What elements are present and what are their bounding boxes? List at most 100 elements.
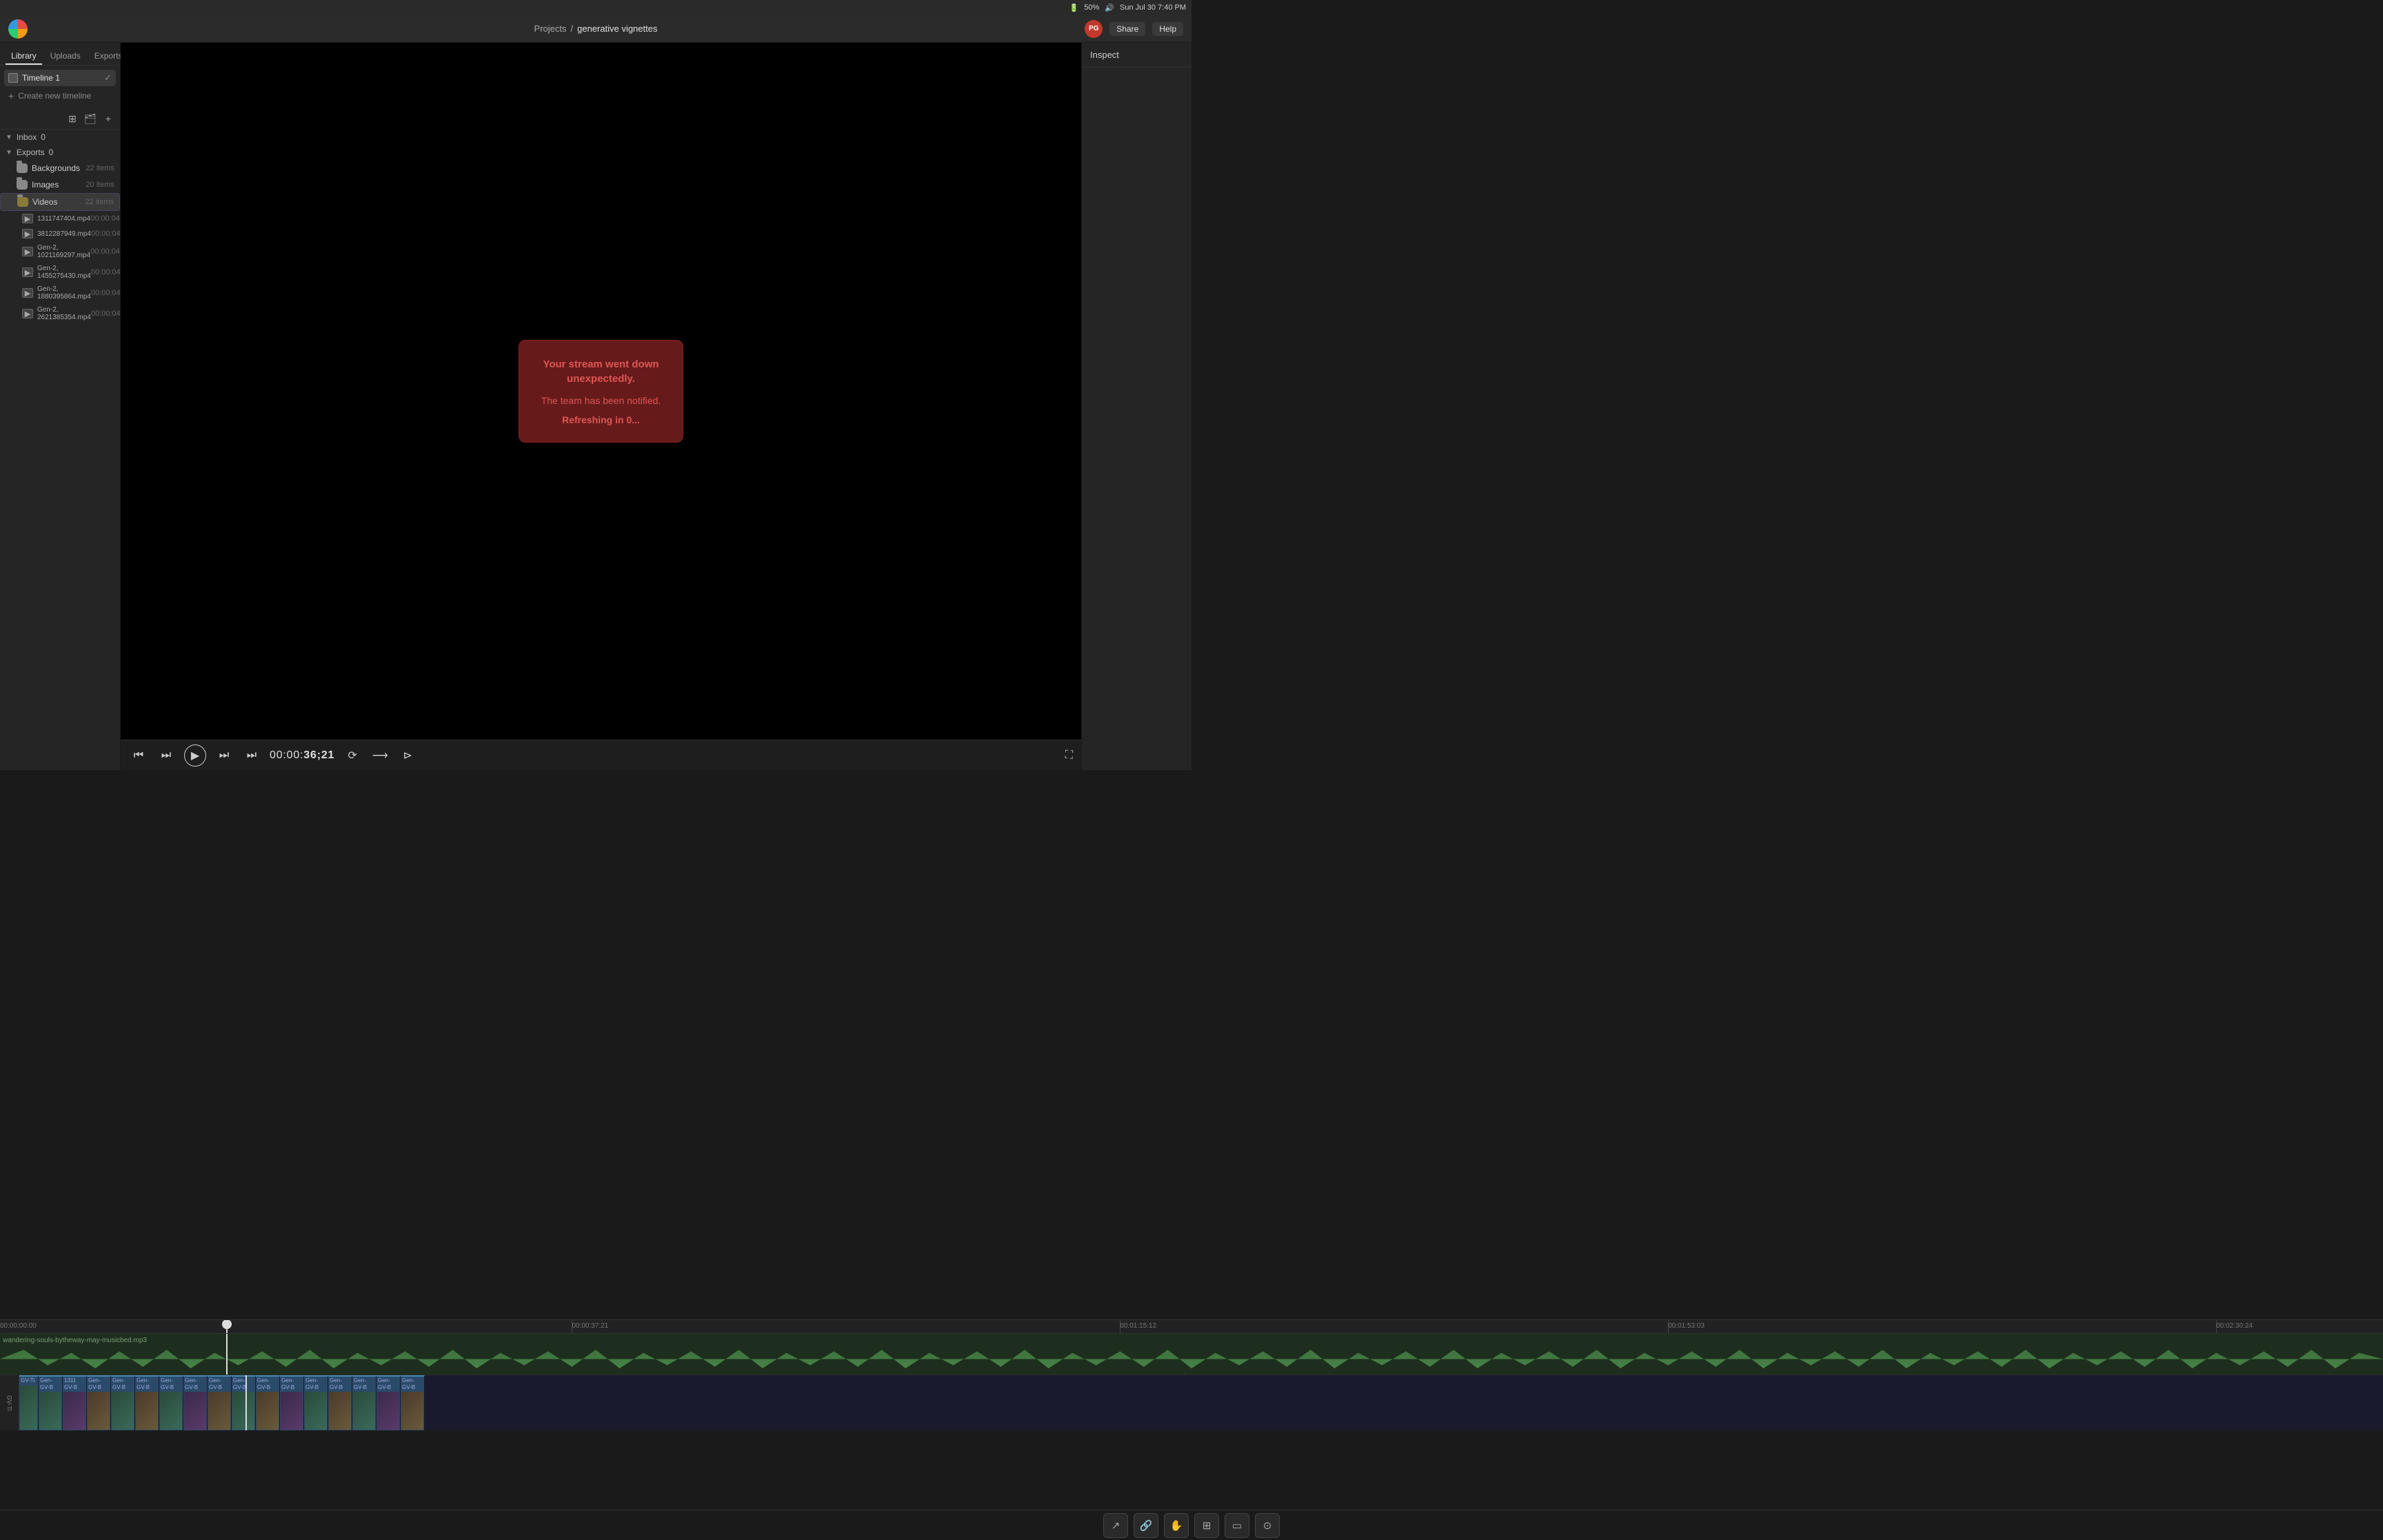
inspect-panel: Inspect — [1081, 43, 1192, 770]
play-button[interactable]: ▶ — [184, 744, 206, 767]
skip-to-end-button[interactable]: ⏭ — [242, 746, 261, 765]
folder-backgrounds-count: 22 items — [86, 164, 114, 172]
main-layout: Library Uploads Exports Timeline 1 ✓ + C… — [0, 43, 1192, 770]
playback-bar: ⏮ ⏭ ▶ ⏭ ⏭ 00:00:36;21 ⟳ ⟶ ⊳ ⛶ — [121, 740, 1081, 770]
loop-forward-button[interactable]: ⟶ — [370, 746, 390, 765]
sidebar-toolbar: ⊞ 🗂 + — [0, 108, 120, 130]
avatar: PG — [1085, 20, 1103, 38]
folder-backgrounds-label: Backgrounds — [32, 163, 80, 173]
file-1311747404[interactable]: ▶ 1311747404.mp4 00:00:04 — [0, 211, 120, 226]
app-logo — [8, 19, 28, 39]
app-content: Your stream went downunexpectedly. The t… — [121, 43, 1192, 770]
file-icon-1: ▶ — [22, 214, 33, 223]
error-title: Your stream went downunexpectedly. — [541, 357, 661, 386]
inbox-count: 0 — [41, 132, 46, 142]
timecode-current: 00:00:36;21 — [270, 749, 334, 761]
header-right: PG Share Help — [1085, 20, 1183, 38]
create-timeline-label: Create new timeline — [18, 91, 91, 101]
file-icon-2: ▶ — [22, 229, 33, 239]
folder-icon-images — [17, 180, 28, 190]
file-icon-5: ▶ — [22, 288, 33, 298]
timeline-icon — [8, 73, 18, 83]
folder-videos-label: Videos — [32, 197, 57, 207]
exports-arrow: ▼ — [6, 149, 12, 156]
error-overlay: Your stream went downunexpectedly. The t… — [519, 340, 684, 443]
preview-area: Your stream went downunexpectedly. The t… — [121, 43, 1081, 770]
frame-back-button[interactable]: ⏭ — [157, 746, 176, 765]
battery-percent: 50% — [1084, 3, 1099, 12]
mute-button[interactable]: ⊳ — [398, 746, 417, 765]
timeline-checkmark: ✓ — [104, 72, 112, 83]
tab-uploads[interactable]: Uploads — [45, 48, 86, 65]
error-refresh: Refreshing in 0... — [541, 414, 661, 425]
fullscreen-button[interactable]: ⛶ — [1065, 749, 1073, 762]
exports-label: Exports — [17, 148, 45, 157]
timeline-item[interactable]: Timeline 1 ✓ — [4, 70, 116, 86]
file-gen2-1880[interactable]: ▶ Gen-2, 1880395864.mp4 00:00:04 — [0, 283, 120, 303]
folder-icon-videos — [17, 197, 28, 207]
file-icon-3: ▶ — [22, 247, 33, 256]
folder-backgrounds[interactable]: Backgrounds 22 items — [0, 160, 120, 176]
grid-view-button[interactable]: ⊞ — [65, 111, 80, 126]
error-body: The team has been notified. — [541, 394, 661, 408]
file-name-4: Gen-2, 1455275430.mp4 — [37, 265, 91, 280]
file-duration-3: 00:00:04 — [90, 247, 120, 256]
inbox-label: Inbox — [17, 132, 37, 142]
top-content: Your stream went downunexpectedly. The t… — [121, 43, 1192, 770]
skip-to-start-button[interactable]: ⏮ — [129, 746, 148, 765]
inspect-header: Inspect — [1082, 43, 1192, 68]
add-button[interactable]: + — [101, 111, 116, 126]
frame-forward-button[interactable]: ⏭ — [214, 746, 234, 765]
sidebar-content: Timeline 1 ✓ + Create new timeline ⊞ 🗂 +… — [0, 65, 120, 770]
plus-icon: + — [8, 90, 14, 101]
tab-library[interactable]: Library — [6, 48, 42, 65]
datetime: Sun Jul 30 7:40 PM — [1120, 3, 1186, 12]
project-name: generative vignettes — [577, 23, 657, 34]
file-gen2-1455[interactable]: ▶ Gen-2, 1455275430.mp4 00:00:04 — [0, 262, 120, 283]
breadcrumb-projects[interactable]: Projects — [534, 23, 567, 34]
create-timeline-button[interactable]: + Create new timeline — [4, 88, 116, 104]
folder-icon-backgrounds — [17, 163, 28, 173]
file-3812287949[interactable]: ▶ 3812287949.mp4 00:00:04 — [0, 226, 120, 241]
file-duration-2: 00:00:04 — [91, 230, 120, 238]
loop-button[interactable]: ⟳ — [343, 746, 362, 765]
volume-icon: 🔊 — [1105, 3, 1114, 12]
timeline-name: Timeline 1 — [22, 73, 60, 83]
inbox-section-header[interactable]: ▼ Inbox 0 — [0, 130, 120, 145]
folder-videos[interactable]: Videos 22 items — [0, 193, 120, 211]
file-duration-5: 00:00:04 — [91, 289, 120, 297]
folder-view-button[interactable]: 🗂 — [83, 111, 98, 126]
timeline-section: Timeline 1 ✓ + Create new timeline — [0, 65, 120, 108]
file-duration-1: 00:00:04 — [90, 214, 120, 223]
help-button[interactable]: Help — [1152, 22, 1183, 36]
app-title: Projects / generative vignettes — [534, 23, 658, 34]
timecode-display: 00:00:36;21 — [270, 749, 334, 762]
file-duration-6: 00:00:04 — [91, 310, 120, 318]
system-bar: 🔋 50% 🔊 Sun Jul 30 7:40 PM — [0, 0, 1192, 15]
exports-section-header[interactable]: ▼ Exports 0 — [0, 145, 120, 160]
file-gen2-2621[interactable]: ▶ Gen-2, 2621385354.mp4 00:00:04 — [0, 303, 120, 324]
folder-videos-count: 22 items — [85, 198, 114, 206]
exports-count: 0 — [49, 148, 54, 157]
file-icon-4: ▶ — [22, 267, 33, 277]
folder-images-label: Images — [32, 180, 59, 190]
file-duration-4: 00:00:04 — [91, 268, 120, 276]
file-name-5: Gen-2, 1880395864.mp4 — [37, 285, 91, 301]
battery-icon: 🔋 — [1069, 3, 1079, 12]
share-button[interactable]: Share — [1109, 22, 1145, 36]
file-name-3: Gen-2, 1021169297.mp4 — [37, 244, 90, 259]
sidebar: Library Uploads Exports Timeline 1 ✓ + C… — [0, 43, 121, 770]
app-header: Projects / generative vignettes PG Share… — [0, 15, 1192, 43]
file-name-1: 1311747404.mp4 — [37, 215, 90, 223]
file-gen2-1021[interactable]: ▶ Gen-2, 1021169297.mp4 00:00:04 — [0, 241, 120, 262]
sidebar-tabs: Library Uploads Exports — [0, 43, 120, 65]
folder-images-count: 20 items — [86, 181, 114, 189]
inbox-arrow: ▼ — [6, 134, 12, 141]
file-icon-6: ▶ — [22, 309, 33, 318]
file-name-2: 3812287949.mp4 — [37, 230, 91, 238]
breadcrumb-separator: / — [570, 23, 573, 34]
folder-images[interactable]: Images 20 items — [0, 176, 120, 193]
file-name-6: Gen-2, 2621385354.mp4 — [37, 306, 91, 321]
system-bar-right: 🔋 50% 🔊 Sun Jul 30 7:40 PM — [1069, 3, 1186, 12]
preview-canvas: Your stream went downunexpectedly. The t… — [121, 43, 1081, 740]
